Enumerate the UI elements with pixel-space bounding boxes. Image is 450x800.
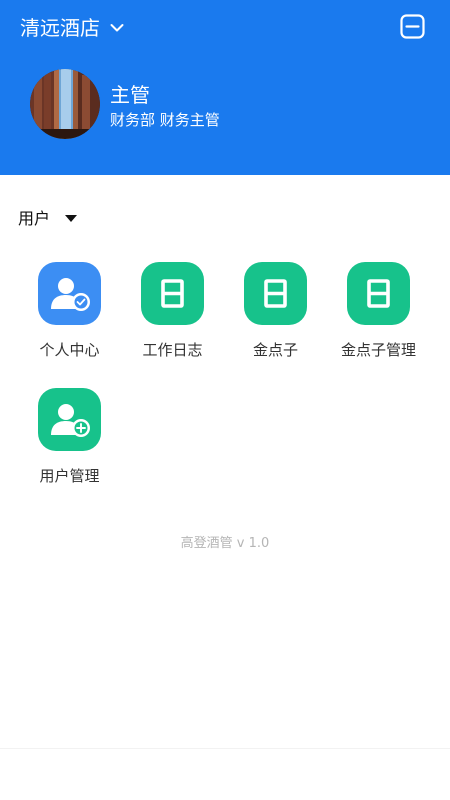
section-selector[interactable]: 用户 (18, 208, 78, 230)
calendar-ri-icon (141, 262, 204, 325)
user-department-role: 财务部 财务主管 (110, 111, 220, 129)
tile-label: 金点子管理 (340, 341, 416, 359)
user-add-icon (38, 388, 101, 451)
app-header: 清远酒店 主管 财务部 财务主管 (0, 0, 450, 175)
avatar[interactable] (30, 69, 100, 139)
user-name: 主管 (110, 83, 150, 107)
tile-work-log[interactable]: 工作日志 (121, 262, 224, 372)
user-check-icon (38, 262, 101, 325)
tile-label: 工作日志 (142, 341, 203, 359)
app-version: 高登酒管 v 1.0 (180, 536, 270, 551)
section-label: 用户 (18, 209, 51, 228)
tile-golden-idea[interactable]: 金点子 (224, 262, 327, 372)
caret-down-icon (65, 215, 78, 222)
divider (0, 748, 450, 749)
calendar-ri-icon (347, 262, 410, 325)
tile-label: 用户管理 (39, 467, 100, 485)
calendar-ri-icon (244, 262, 307, 325)
tile-personal-center[interactable]: 个人中心 (18, 262, 121, 372)
hotel-name: 清远酒店 (20, 16, 100, 40)
tile-label: 个人中心 (39, 341, 100, 359)
hotel-selector[interactable]: 清远酒店 (20, 14, 124, 42)
tile-user-management[interactable]: 用户管理 (18, 388, 121, 498)
minus-square-icon[interactable] (400, 14, 425, 39)
tile-label: 金点子 (252, 341, 298, 359)
tile-golden-idea-management[interactable]: 金点子管理 (327, 262, 430, 372)
chevron-down-icon (110, 24, 124, 32)
